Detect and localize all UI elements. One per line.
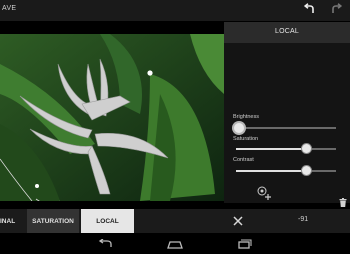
brightness-slider[interactable] (234, 123, 336, 133)
top-bar: AVE (0, 0, 350, 21)
saturation-fill (236, 148, 306, 150)
add-point-icon[interactable] (256, 185, 272, 201)
saturation-slider[interactable] (236, 144, 336, 154)
recents-icon[interactable] (235, 236, 253, 249)
contrast-fill (236, 170, 306, 172)
brightness-label: Brightness (233, 114, 259, 120)
trash-icon[interactable] (339, 194, 347, 207)
contrast-label: Contrast (233, 157, 254, 163)
panel-title: LOCAL (275, 28, 299, 35)
back-icon[interactable] (97, 236, 115, 247)
photo-canvas[interactable] (0, 34, 224, 201)
tab-final[interactable]: INAL (0, 209, 25, 233)
contrast-slider[interactable] (236, 166, 336, 176)
close-icon[interactable] (232, 214, 244, 226)
tab-local[interactable]: LOCAL (81, 209, 134, 233)
tab-saturation[interactable]: SATURATION (27, 209, 79, 233)
save-button[interactable]: AVE (2, 5, 16, 12)
adjust-value-readout: -91 (298, 216, 309, 223)
undo-icon[interactable] (302, 3, 318, 17)
contrast-thumb[interactable] (302, 166, 311, 176)
brightness-thumb[interactable] (234, 123, 244, 133)
saturation-thumb[interactable] (302, 144, 311, 154)
home-icon[interactable] (166, 236, 184, 249)
local-adjust-panel: LOCAL Brightness Saturation Contrast (224, 22, 350, 203)
panel-header: LOCAL (224, 22, 350, 43)
saturation-label: Saturation (233, 136, 259, 142)
redo-icon[interactable] (328, 3, 344, 17)
